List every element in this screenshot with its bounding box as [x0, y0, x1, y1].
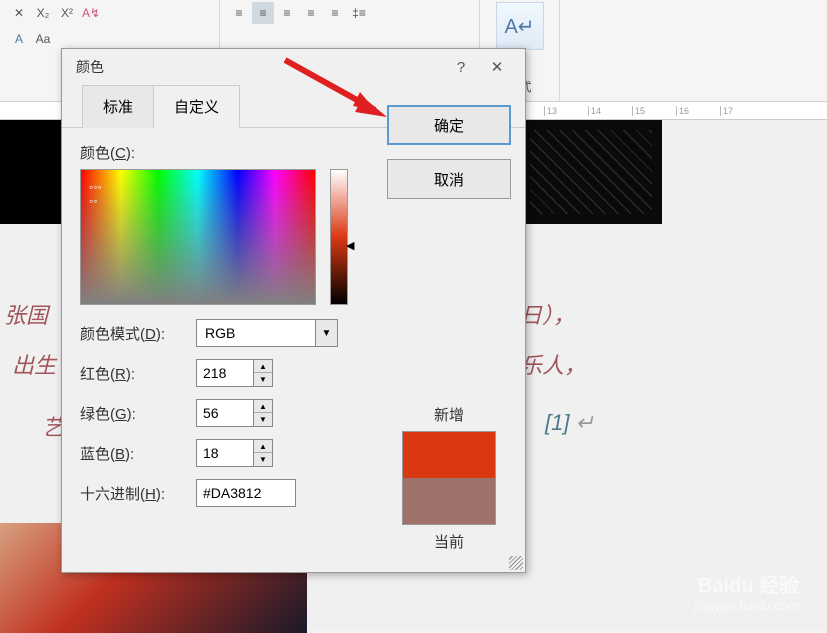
subscript-icon[interactable]: X₂ — [32, 2, 54, 24]
new-color-swatch — [403, 432, 495, 478]
strikethrough-icon[interactable]: ✕ — [8, 2, 30, 24]
text-fragment: 乐人， — [520, 348, 586, 380]
superscript-icon[interactable]: X² — [56, 2, 78, 24]
red-spin-up[interactable]: ▲ — [254, 360, 272, 373]
blue-input[interactable] — [196, 439, 254, 467]
clear-format-icon[interactable]: A↯ — [80, 2, 102, 24]
luminance-pointer-icon: ◀ — [346, 239, 354, 252]
green-input[interactable] — [196, 399, 254, 427]
distribute-icon[interactable]: ≡ — [324, 2, 346, 24]
color-mode-select[interactable]: RGB — [196, 319, 316, 347]
ok-button[interactable]: 确定 — [387, 105, 511, 145]
align-left-icon[interactable]: ≡ — [228, 2, 250, 24]
blue-label: 蓝色(B): — [80, 443, 196, 464]
change-case-icon[interactable]: Aa — [32, 28, 54, 50]
styles-button[interactable]: A↵ — [496, 2, 544, 50]
dialog-title-text: 颜色 — [76, 57, 104, 77]
text-fragment: 日）， — [520, 298, 575, 330]
color-mode-label: 颜色模式(D): — [80, 323, 196, 344]
green-spin-up[interactable]: ▲ — [254, 400, 272, 413]
help-button[interactable]: ? — [443, 53, 479, 81]
current-color-label: 当前 — [387, 531, 511, 552]
text-fragment: 张国 — [4, 298, 48, 330]
green-label: 绿色(G): — [80, 403, 196, 424]
citation-link[interactable]: [1] ↵ — [545, 410, 594, 436]
red-input[interactable] — [196, 359, 254, 387]
font-effects-icon[interactable]: A — [8, 28, 30, 50]
tab-custom[interactable]: 自定义 — [153, 85, 240, 128]
color-dialog: 颜色 ? ✕ 标准 自定义 颜色(C): ◦◦◦◦◦ ◀ 颜色模式(D): RG… — [61, 48, 526, 573]
tab-standard[interactable]: 标准 — [82, 85, 154, 128]
align-right-icon[interactable]: ≡ — [276, 2, 298, 24]
color-preview: 新增 当前 — [387, 404, 511, 558]
blue-spin-up[interactable]: ▲ — [254, 440, 272, 453]
document-image-2 — [520, 120, 662, 224]
color-crosshair-icon: ◦◦◦◦◦ — [89, 180, 102, 208]
justify-icon[interactable]: ≡ — [300, 2, 322, 24]
hue-saturation-picker[interactable]: ◦◦◦◦◦ — [80, 169, 316, 305]
chevron-down-icon[interactable]: ▼ — [316, 319, 338, 347]
blue-spin-down[interactable]: ▼ — [254, 453, 272, 466]
text-fragment: 出生 — [12, 348, 56, 380]
align-center-icon[interactable]: ≡ — [252, 2, 274, 24]
current-color-swatch — [403, 478, 495, 524]
resize-grip-icon[interactable] — [509, 556, 523, 570]
hex-label: 十六进制(H): — [80, 483, 196, 504]
close-button[interactable]: ✕ — [479, 53, 515, 81]
green-spin-down[interactable]: ▼ — [254, 413, 272, 426]
luminance-slider[interactable] — [330, 169, 348, 305]
hex-input[interactable] — [196, 479, 296, 507]
line-spacing-icon[interactable]: ‡≡ — [348, 2, 370, 24]
red-spin-down[interactable]: ▼ — [254, 373, 272, 386]
dialog-titlebar: 颜色 ? ✕ — [62, 49, 525, 85]
red-label: 红色(R): — [80, 363, 196, 384]
cancel-button[interactable]: 取消 — [387, 159, 511, 199]
new-color-label: 新增 — [387, 404, 511, 425]
